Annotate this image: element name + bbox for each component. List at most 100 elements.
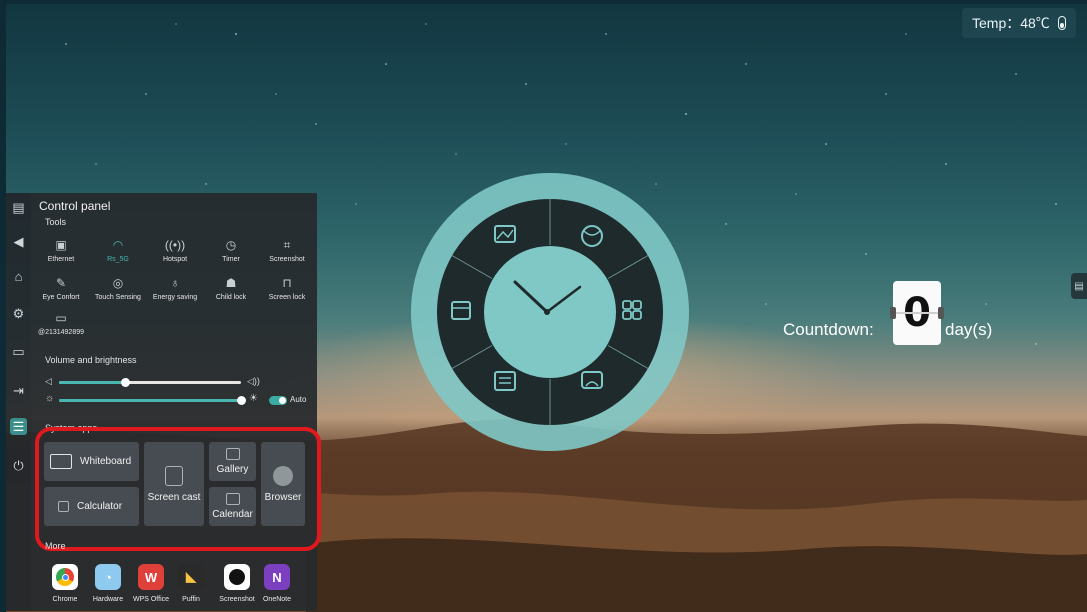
calendar-label: Calendar bbox=[212, 509, 253, 520]
more-app-label: Hardware bbox=[92, 596, 124, 603]
tool-touch-sensing[interactable]: ◎ Touch Sensing bbox=[89, 275, 147, 301]
calculator-tile[interactable]: Calculator bbox=[44, 487, 139, 526]
volume-slider-knob[interactable] bbox=[120, 378, 130, 387]
onenote-icon: N bbox=[264, 564, 290, 590]
tool-ethernet[interactable]: ▣ Ethernet bbox=[32, 237, 90, 263]
input-icon: ▭ bbox=[55, 311, 67, 325]
screen-lock-icon: ⊓ bbox=[282, 276, 292, 290]
volume-low-icon: ◁ bbox=[45, 376, 52, 386]
more-app-label: Puffin bbox=[182, 596, 200, 603]
screenshot-icon: ⌗ bbox=[283, 237, 291, 252]
energy-saving-icon: ♁ bbox=[170, 276, 180, 290]
whiteboard-label: Whiteboard bbox=[80, 456, 132, 467]
screen-cast-icon bbox=[165, 465, 183, 486]
tools-label: Tools bbox=[45, 217, 67, 227]
home-icon[interactable]: ⌂ bbox=[10, 268, 27, 285]
tool-label: Screenshot bbox=[269, 256, 305, 263]
tool-label: Eye Confort bbox=[42, 294, 80, 301]
more-app-label: WPS Office bbox=[132, 596, 170, 603]
temperature-label: Temp：48℃ bbox=[972, 15, 1050, 31]
tool-label: Rs_5G bbox=[107, 256, 129, 263]
timer-icon: ◷ bbox=[225, 238, 237, 252]
browser-icon bbox=[273, 465, 293, 486]
more-app-chrome[interactable]: Chrome bbox=[45, 564, 85, 603]
ethernet-icon: ▣ bbox=[55, 238, 67, 252]
side-menu-icon: ▤ bbox=[1074, 280, 1084, 292]
calendar-icon bbox=[225, 493, 240, 505]
back-icon[interactable]: ◀ bbox=[10, 233, 27, 250]
right-edge-handle[interactable]: ▤ bbox=[1071, 273, 1087, 299]
tool-label: Energy saving bbox=[152, 294, 198, 301]
thermometer-icon bbox=[1057, 16, 1066, 30]
tool-input[interactable]: ▭ @2131492899 bbox=[32, 310, 90, 336]
countdown-label: Countdown: bbox=[783, 320, 874, 339]
more-app-screenshot[interactable]: Screenshot bbox=[217, 564, 257, 603]
more-app-wps[interactable]: W WPS Office bbox=[131, 564, 171, 603]
more-label: More bbox=[45, 541, 66, 551]
tool-eye-comfort[interactable]: ✎ Eye Confort bbox=[32, 275, 90, 301]
tool-wifi[interactable]: ◠ Rs_5G bbox=[89, 237, 147, 263]
more-app-hardware[interactable]: ◔ Hardware bbox=[88, 564, 128, 603]
whiteboard-icon bbox=[50, 454, 72, 469]
tool-label: Child lock bbox=[215, 294, 247, 301]
countdown-flip-card[interactable]: 0 bbox=[890, 281, 944, 345]
hardware-icon: ◔ bbox=[95, 564, 121, 590]
side-toolbar: ▤ ◀ ⌂ ⚙ ▭ ⇥ ☰ ⏻ bbox=[6, 193, 31, 611]
more-app-label: Screenshot bbox=[219, 596, 255, 603]
panel-icon[interactable]: ▤ bbox=[10, 199, 27, 216]
auto-brightness-toggle[interactable] bbox=[269, 396, 287, 405]
gallery-label: Gallery bbox=[216, 464, 249, 475]
calculator-icon bbox=[58, 501, 69, 512]
tool-screenshot[interactable]: ⌗ Screenshot bbox=[258, 237, 316, 264]
screenshot-app-icon bbox=[224, 564, 250, 590]
folder-icon[interactable]: ▭ bbox=[10, 343, 27, 360]
tool-label: Screen lock bbox=[268, 294, 306, 301]
panel-title: Control panel bbox=[39, 199, 111, 213]
puffin-icon: ◣ bbox=[178, 564, 204, 590]
tool-hotspot[interactable]: ((•)) Hotspot bbox=[146, 237, 204, 263]
countdown-unit: day(s) bbox=[945, 320, 993, 339]
settings-icon[interactable]: ⚙ bbox=[10, 305, 27, 322]
clock-launcher-widget bbox=[411, 173, 689, 451]
temperature-indicator: Temp：48℃ bbox=[962, 8, 1076, 38]
eye-comfort-icon: ✎ bbox=[55, 276, 67, 290]
wifi-icon: ◠ bbox=[112, 238, 124, 252]
browser-tile[interactable]: Browser bbox=[261, 442, 305, 526]
more-app-label: OneNote bbox=[262, 596, 292, 603]
wps-icon: W bbox=[138, 564, 164, 590]
tool-label: Touch Sensing bbox=[95, 294, 141, 301]
tool-label: Timer bbox=[222, 256, 240, 263]
touch-sensing-icon: ◎ bbox=[112, 276, 124, 290]
more-app-onenote[interactable]: N OneNote bbox=[257, 564, 297, 603]
gallery-tile[interactable]: Gallery bbox=[209, 442, 256, 481]
brightness-high-icon: ☀ bbox=[249, 393, 258, 404]
screen-cast-label: Screen cast bbox=[147, 491, 201, 503]
volume-brightness-label: Volume and brightness bbox=[45, 355, 137, 365]
more-app-label: Chrome bbox=[52, 596, 78, 603]
clock-center bbox=[544, 309, 550, 315]
child-lock-icon: ☗ bbox=[225, 276, 237, 290]
volume-high-icon: ◁)) bbox=[247, 376, 260, 386]
more-app-puffin[interactable]: ◣ Puffin bbox=[171, 564, 211, 603]
control-panel-icon[interactable]: ☰ bbox=[10, 418, 27, 435]
tool-label: @2131492899 bbox=[37, 329, 85, 336]
tool-label: Hotspot bbox=[162, 256, 188, 263]
tool-energy-saving[interactable]: ♁ Energy saving bbox=[146, 275, 204, 301]
brightness-low-icon: ☼ bbox=[45, 393, 55, 404]
screen-cast-tile[interactable]: Screen cast bbox=[144, 442, 204, 526]
brightness-slider-knob[interactable] bbox=[237, 396, 246, 405]
calendar-tile[interactable]: Calendar bbox=[209, 487, 256, 526]
input-source-icon[interactable]: ⇥ bbox=[10, 382, 27, 399]
power-icon[interactable]: ⏻ bbox=[10, 457, 27, 474]
gallery-icon bbox=[225, 448, 240, 460]
flip-ring-left bbox=[890, 307, 896, 319]
tool-screen-lock[interactable]: ⊓ Screen lock bbox=[258, 275, 316, 301]
calculator-label: Calculator bbox=[77, 501, 123, 512]
brightness-slider-fill bbox=[59, 399, 241, 402]
browser-label: Browser bbox=[264, 491, 302, 503]
control-panel: Control panel Tools ▣ Ethernet ◠ Rs_5G (… bbox=[31, 193, 321, 611]
countdown-value: 0 bbox=[903, 290, 931, 336]
tool-timer[interactable]: ◷ Timer bbox=[202, 237, 260, 263]
tool-child-lock[interactable]: ☗ Child lock bbox=[202, 275, 260, 301]
whiteboard-tile[interactable]: Whiteboard bbox=[44, 442, 139, 481]
